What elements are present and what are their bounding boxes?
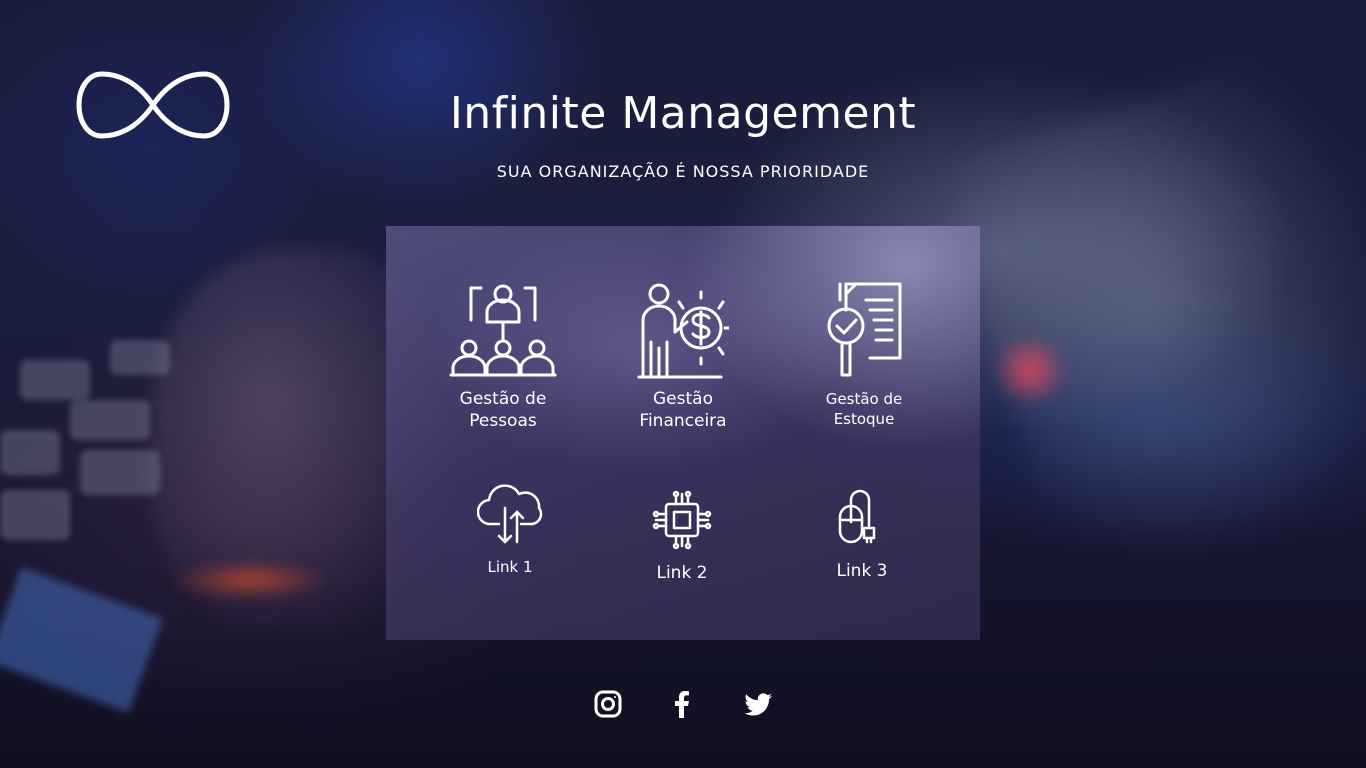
key-blur — [80, 450, 160, 495]
chip-icon — [652, 490, 712, 550]
facebook-icon — [675, 691, 689, 718]
module-label: Gestão Financeira — [639, 389, 727, 432]
link-label: Link 2 — [656, 563, 708, 583]
link-2[interactable]: Link 2 — [620, 490, 744, 584]
red-led-glow — [985, 340, 1075, 400]
twitter-link[interactable] — [742, 688, 774, 720]
link-3[interactable]: Link 3 — [802, 488, 922, 582]
key-blur — [0, 490, 70, 540]
link-label: Link 3 — [836, 561, 888, 581]
facebook-link[interactable] — [666, 688, 698, 720]
link-1[interactable]: Link 1 — [450, 484, 570, 578]
mouse-icon — [838, 489, 876, 544]
key-blur — [70, 400, 150, 440]
module-gestao-estoque[interactable]: Gestão de Estoque — [796, 280, 932, 429]
finance-icon — [637, 283, 729, 379]
instagram-icon — [594, 690, 622, 718]
modules-panel: Gestão de Pessoas Gestão Financeira Gest — [386, 226, 980, 640]
page-title: Infinite Management — [449, 88, 917, 139]
module-gestao-financeira[interactable]: Gestão Financeira — [616, 282, 750, 432]
key-blur — [0, 430, 60, 475]
link-label: Link 1 — [487, 558, 533, 576]
tagline: SUA ORGANIZAÇÃO É NOSSA PRIORIDADE — [496, 162, 870, 181]
team-management-icon — [449, 284, 557, 377]
module-gestao-pessoas[interactable]: Gestão de Pessoas — [436, 282, 570, 432]
instagram-link[interactable] — [592, 688, 624, 720]
twitter-icon — [744, 693, 772, 716]
orange-led-glow — [170, 560, 330, 600]
key-blur — [110, 340, 170, 375]
module-label: Gestão de Pessoas — [459, 389, 547, 432]
key-blur — [20, 360, 90, 400]
cloud-transfer-icon — [477, 484, 543, 544]
inventory-document-icon — [827, 282, 902, 377]
key-blur — [0, 567, 163, 713]
module-label: Gestão de Estoque — [825, 390, 903, 428]
